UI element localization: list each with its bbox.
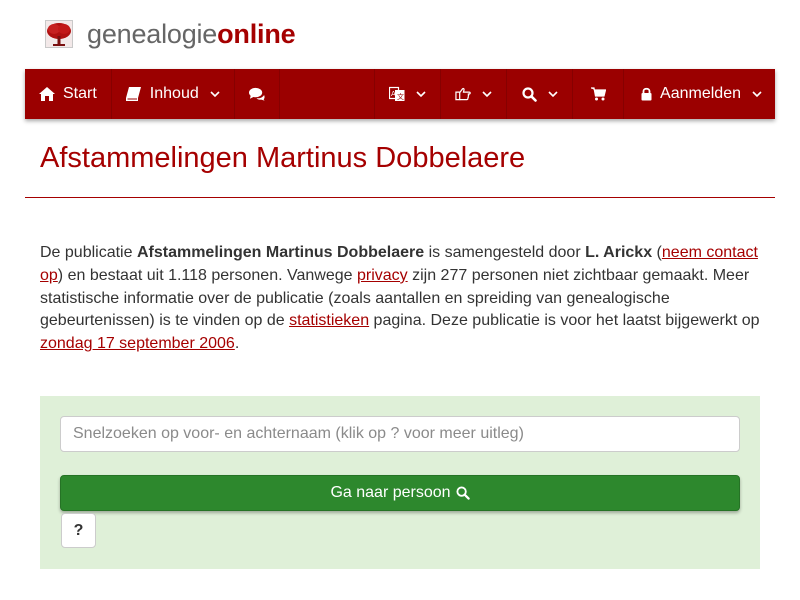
svg-text:文: 文 — [397, 92, 404, 101]
nav-search[interactable] — [507, 69, 574, 119]
site-logo[interactable]: genealogieonline — [45, 17, 296, 51]
help-button[interactable]: ? — [61, 513, 96, 548]
comments-icon — [248, 86, 265, 102]
svg-text:A: A — [391, 90, 396, 98]
lock-icon — [641, 86, 652, 102]
statistics-link[interactable]: statistieken — [289, 312, 369, 329]
home-icon — [39, 86, 55, 102]
chevron-down-icon — [416, 89, 426, 99]
nav-start[interactable]: Start — [25, 69, 112, 119]
desc-text: . — [234, 335, 240, 353]
nav-start-label: Start — [63, 85, 97, 102]
desc-text: De publicatie — [40, 244, 137, 261]
go-to-person-label: Ga naar persoon — [330, 484, 451, 501]
search-icon — [521, 86, 537, 102]
quick-search-panel: Ga naar persoon ? — [40, 396, 760, 569]
brand-part-online: online — [217, 19, 296, 49]
search-icon — [455, 486, 470, 500]
shopping-cart-icon — [590, 86, 606, 102]
privacy-link[interactable]: privacy — [357, 267, 408, 284]
nav-inhoud-label: Inhoud — [149, 85, 199, 102]
nav-login[interactable]: Aanmelden — [624, 69, 775, 119]
desc-text: ( — [652, 244, 662, 261]
desc-text: is samengesteld door — [424, 244, 586, 261]
publication-name: Afstammelingen Martinus Dobbelaere — [136, 244, 425, 261]
publication-description: De publicatie Afstammelingen Martinus Do… — [40, 242, 760, 356]
title-divider — [25, 197, 775, 198]
tree-logo-icon — [45, 20, 73, 48]
nav-language[interactable]: A文 — [375, 69, 442, 119]
desc-text: pagina. Deze publicatie is voor het laat… — [369, 312, 760, 330]
main-navbar: Start Inhoud A文 Aanmelden — [25, 69, 775, 119]
nav-chat[interactable] — [235, 69, 280, 119]
quick-search-input[interactable] — [60, 416, 740, 452]
page-title: Afstammelingen Martinus Dobbelaere — [40, 142, 526, 174]
chevron-down-icon — [482, 89, 492, 99]
nav-spacer — [280, 69, 376, 119]
brand-name: genealogieonline — [87, 17, 296, 51]
language-icon: A文 — [389, 86, 405, 102]
nav-inhoud[interactable]: Inhoud — [112, 69, 235, 119]
hand-point-icon — [455, 86, 471, 102]
chevron-down-icon — [210, 89, 220, 99]
go-to-person-button[interactable]: Ga naar persoon — [60, 475, 740, 511]
chevron-down-icon — [752, 89, 762, 99]
nav-cart[interactable] — [573, 69, 625, 119]
desc-text: ) en bestaat uit 1.118 personen. Vanwege — [57, 266, 357, 284]
nav-login-label: Aanmelden — [660, 85, 741, 102]
book-icon — [126, 86, 142, 102]
brand-part-genealogie: genealogie — [87, 19, 218, 49]
last-updated-link[interactable]: zondag 17 september 2006 — [40, 335, 235, 352]
chevron-down-icon — [548, 89, 558, 99]
author-name: L. Arickx — [585, 244, 653, 261]
nav-share[interactable] — [441, 69, 508, 119]
